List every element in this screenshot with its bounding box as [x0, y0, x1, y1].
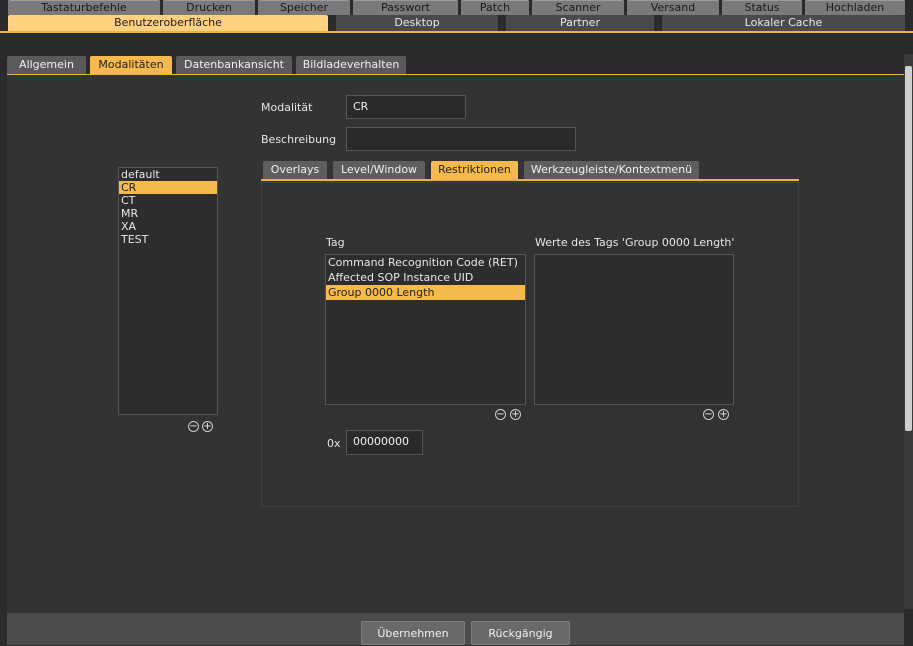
tab-bildladeverhalten[interactable]: Bildladeverhalten	[296, 56, 406, 74]
tag-values-list[interactable]	[534, 254, 734, 405]
tab-overlays[interactable]: Overlays	[263, 161, 327, 179]
tag-list[interactable]: Command Recognition Code (RET) Affected …	[325, 254, 526, 405]
inner-tab-underline	[261, 179, 799, 181]
tab-speicher[interactable]: Speicher	[258, 0, 350, 15]
list-item[interactable]: MR	[119, 207, 217, 220]
tab-versand[interactable]: Versand	[627, 0, 719, 15]
tab-scanner[interactable]: Scanner	[532, 0, 624, 15]
hex-value-field[interactable]: 00000000	[346, 430, 423, 455]
tab-benutzeroberflaeche[interactable]: Benutzeroberfläche	[8, 15, 328, 31]
remove-tag-button[interactable]: −	[495, 409, 506, 420]
list-item[interactable]: Command Recognition Code (RET)	[326, 255, 525, 270]
modality-field[interactable]: CR	[346, 95, 466, 119]
list-item[interactable]: TEST	[119, 233, 217, 246]
tab-level-window[interactable]: Level/Window	[333, 161, 425, 179]
modality-label: Modalität	[261, 101, 313, 114]
tab-tastaturbefehle[interactable]: Tastaturbefehle	[8, 0, 160, 15]
tab-restriktionen[interactable]: Restriktionen	[431, 161, 518, 179]
tab-passwort[interactable]: Passwort	[353, 0, 458, 15]
apply-button[interactable]: Übernehmen	[361, 621, 465, 645]
values-label: Werte des Tags 'Group 0000 Length'	[535, 236, 735, 249]
remove-modality-button[interactable]: −	[188, 421, 199, 432]
tag-label: Tag	[326, 236, 345, 249]
add-value-button[interactable]: +	[718, 409, 729, 420]
description-label: Beschreibung	[261, 133, 337, 146]
tab-allgemein[interactable]: Allgemein	[7, 56, 86, 74]
tab-hochladen[interactable]: Hochladen	[805, 0, 905, 15]
modality-list[interactable]: default CR CT MR XA TEST	[118, 167, 218, 415]
tab-partner[interactable]: Partner	[506, 15, 654, 31]
undo-button[interactable]: Rückgängig	[471, 621, 570, 645]
hex-prefix-label: 0x	[327, 437, 341, 450]
description-field[interactable]	[346, 127, 576, 151]
add-tag-button[interactable]: +	[510, 409, 521, 420]
list-item[interactable]: CT	[119, 194, 217, 207]
top-tab-row: Tastaturbefehle Drucken Speicher Passwor…	[0, 0, 913, 15]
list-item[interactable]: default	[119, 168, 217, 181]
tab-lokaler-cache[interactable]: Lokaler Cache	[662, 15, 905, 31]
tab-drucken[interactable]: Drucken	[163, 0, 255, 15]
scrollbar-thumb[interactable]	[905, 66, 912, 431]
list-item[interactable]: Affected SOP Instance UID	[326, 270, 525, 285]
list-item-selected[interactable]: Group 0000 Length	[326, 285, 525, 300]
tab-underline	[0, 31, 913, 33]
tab-patch[interactable]: Patch	[461, 0, 529, 15]
tab-modalitaeten[interactable]: Modalitäten	[90, 56, 172, 74]
tab-werkzeugleiste[interactable]: Werkzeugleiste/Kontextmenü	[524, 161, 699, 179]
tab-status[interactable]: Status	[722, 0, 802, 15]
remove-value-button[interactable]: −	[703, 409, 714, 420]
add-modality-button[interactable]: +	[202, 421, 213, 432]
tab-datenbankansicht[interactable]: Datenbankansicht	[176, 56, 292, 74]
tab-desktop[interactable]: Desktop	[336, 15, 498, 31]
list-item[interactable]: XA	[119, 220, 217, 233]
list-item-selected[interactable]: CR	[119, 181, 217, 194]
